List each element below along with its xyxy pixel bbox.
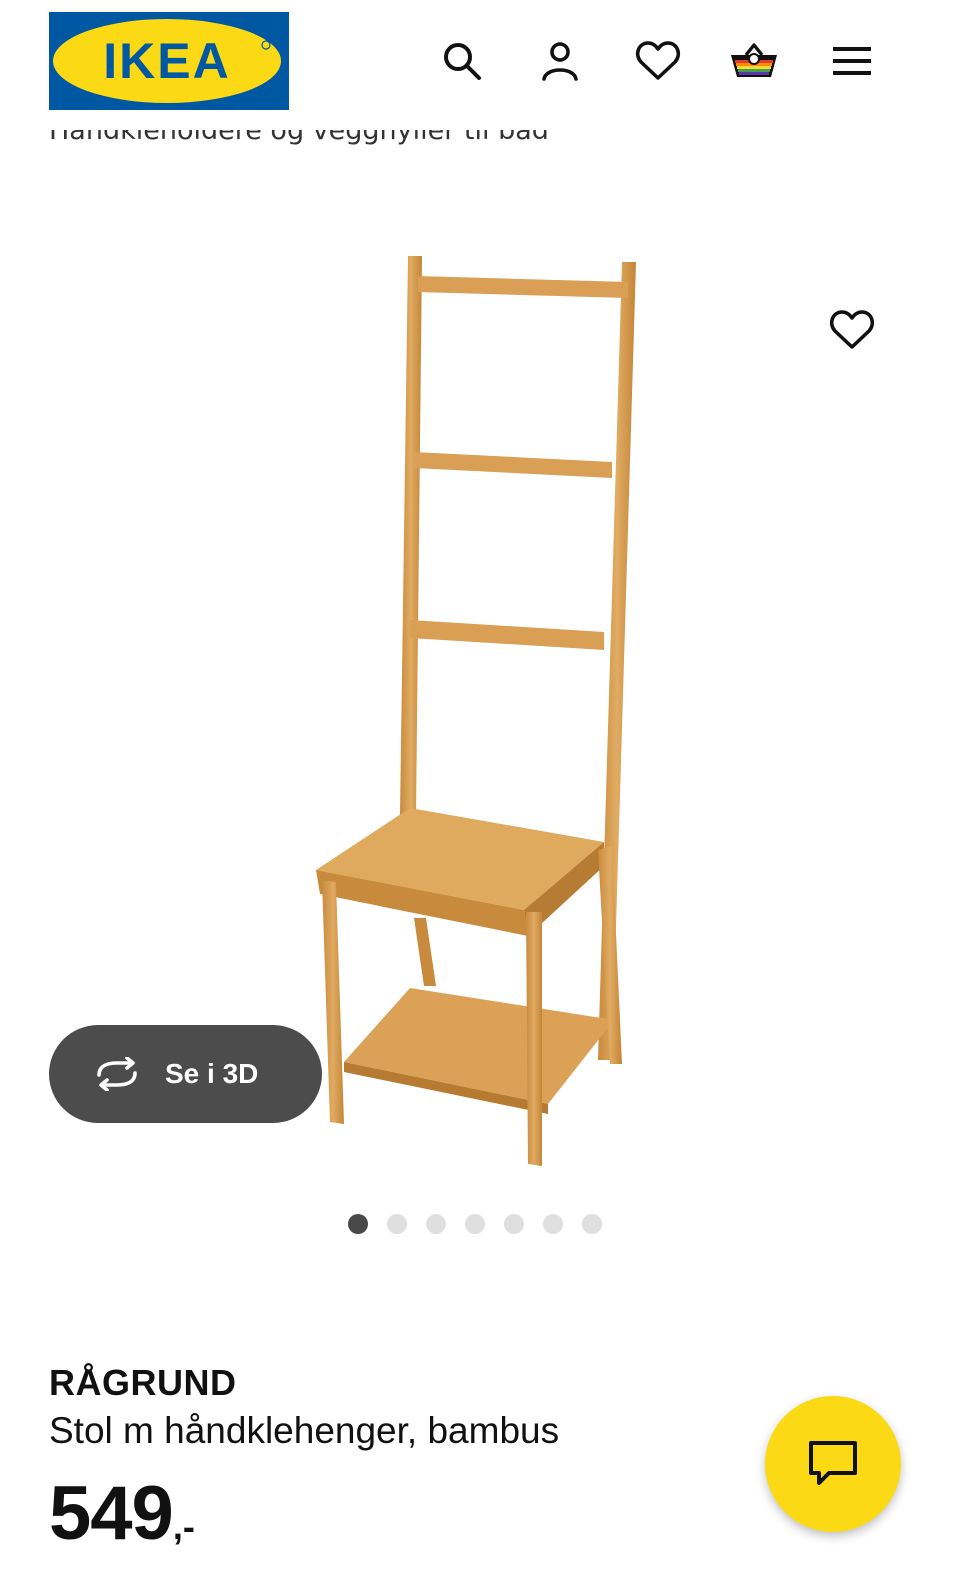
carousel-dot[interactable]: [504, 1214, 524, 1234]
price-amount: 549: [49, 1471, 174, 1556]
breadcrumb-label: Håndkleholdere og veggnyller til bad: [49, 130, 549, 146]
chat-button[interactable]: [765, 1396, 901, 1532]
product-price: 549,-: [49, 1470, 195, 1557]
favourites-button[interactable]: [630, 33, 686, 89]
logo-text: IKEA: [103, 33, 230, 89]
product-name: RÅGRUND: [49, 1362, 237, 1403]
price-suffix: ,-: [172, 1506, 195, 1547]
ikea-logo[interactable]: IKEA: [49, 12, 289, 110]
carousel-dot[interactable]: [348, 1214, 368, 1234]
heart-icon: [829, 310, 875, 349]
search-button[interactable]: [434, 33, 490, 89]
carousel-dot[interactable]: [465, 1214, 485, 1234]
heart-icon: [635, 41, 681, 80]
menu-button[interactable]: [824, 33, 880, 89]
site-header: IKEA: [0, 0, 960, 120]
cart-icon: [731, 43, 777, 77]
carousel-dot[interactable]: [387, 1214, 407, 1234]
view-in-3d-label: Se i 3D: [165, 1058, 259, 1089]
view-in-3d-button[interactable]: Se i 3D: [49, 1025, 322, 1123]
carousel-dot[interactable]: [543, 1214, 563, 1234]
account-icon: [542, 42, 578, 81]
search-icon: [444, 43, 481, 80]
rotate-3d-icon: [91, 1057, 143, 1091]
product-image[interactable]: [300, 240, 660, 1180]
carousel-dot[interactable]: [582, 1214, 602, 1234]
cart-button[interactable]: [726, 33, 782, 89]
breadcrumb[interactable]: Håndkleholdere og veggnyller til bad: [49, 130, 549, 160]
product-description: Stol m håndklehenger, bambus: [49, 1410, 560, 1451]
chat-bubble-icon: [809, 1441, 857, 1485]
add-to-favourites-button[interactable]: [824, 302, 880, 358]
account-button[interactable]: [532, 33, 588, 89]
menu-icon: [833, 47, 871, 75]
image-carousel-dots: [348, 1214, 602, 1234]
carousel-dot[interactable]: [426, 1214, 446, 1234]
